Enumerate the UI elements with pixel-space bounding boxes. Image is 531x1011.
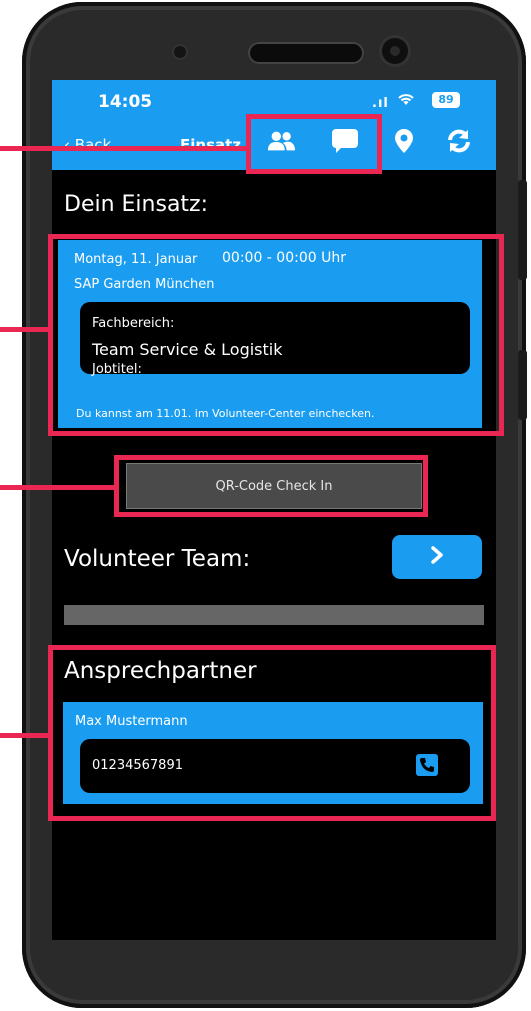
annotation-box-assignment: [48, 234, 504, 436]
annotation-line: [0, 146, 250, 151]
location-pin-icon[interactable]: [389, 126, 419, 156]
annotation-line: [0, 327, 52, 332]
nav-title: Einsatz: [180, 136, 242, 154]
assignment-heading: Dein Einsatz:: [64, 192, 209, 217]
status-time: 14:05: [98, 92, 153, 112]
back-label: Back: [74, 136, 112, 154]
earpiece-speaker: [248, 42, 364, 64]
annotation-box-icons: [246, 114, 382, 174]
annotation-line: [0, 733, 52, 738]
annotation-box-contact: [48, 645, 496, 821]
team-open-button[interactable]: [392, 535, 482, 579]
chevron-right-icon: [430, 546, 444, 568]
refresh-icon[interactable]: [444, 126, 474, 156]
sensor-dot: [174, 46, 186, 58]
volume-button: [518, 180, 527, 280]
team-heading: Volunteer Team:: [64, 546, 251, 572]
annotation-box-qr: [114, 455, 428, 517]
signal-icon: .ıl: [372, 96, 389, 111]
team-placeholder-bar: [64, 605, 484, 625]
back-button[interactable]: ‹ Back: [64, 136, 111, 154]
power-button: [518, 350, 527, 420]
battery-icon: 89: [432, 92, 460, 108]
annotation-line: [0, 485, 118, 490]
front-camera: [382, 38, 408, 64]
wifi-icon: [397, 91, 415, 111]
